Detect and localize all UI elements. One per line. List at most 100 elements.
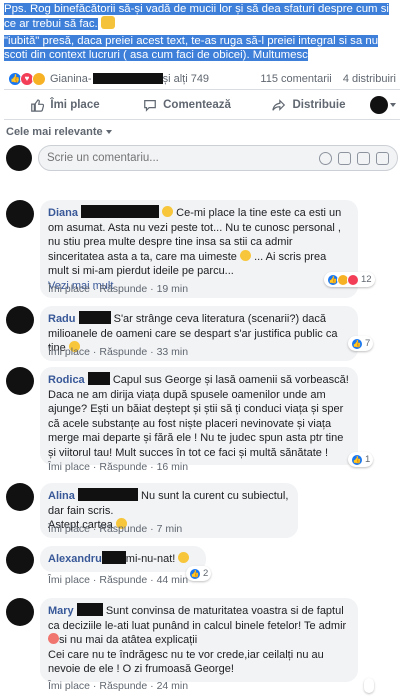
comment-time[interactable]: 44 min <box>157 574 189 586</box>
like-link[interactable]: Îmi place <box>48 461 90 473</box>
comment-author[interactable]: Alina <box>48 490 75 502</box>
comment-meta: Îmi place · Răspunde · 24 min <box>48 680 189 692</box>
shares-count[interactable]: 4 distribuiri <box>343 73 396 85</box>
comment-author[interactable]: Rodica <box>48 374 85 386</box>
comment-input-box[interactable] <box>38 145 398 171</box>
avatar[interactable] <box>6 598 34 626</box>
comment-label: Comentează <box>163 98 231 111</box>
redacted-name <box>78 311 111 324</box>
comment-input[interactable] <box>47 152 319 164</box>
comment-time[interactable]: 16 min <box>157 461 189 473</box>
comment-sort-label: Cele mai relevante <box>6 126 103 138</box>
comment-meta: Îmi place · Răspunde · 16 min <box>48 461 189 473</box>
like-reaction-icon: 👍 <box>189 567 201 580</box>
comment-author[interactable]: Radu <box>48 313 76 325</box>
avatar <box>370 95 388 114</box>
comment-reactions[interactable] <box>364 678 374 693</box>
comment-time[interactable]: 33 min <box>157 346 189 358</box>
redacted-name <box>76 603 103 616</box>
smile-emoji <box>240 249 251 261</box>
comment-text-c: Cei care nu te îndrăgesc nu te vor crede… <box>48 648 324 676</box>
post-actions: Îmi place Comentează Distribuie <box>4 90 400 120</box>
post-line-1: Pps. Rog binefăcătorii să-și vadă de muc… <box>4 3 389 30</box>
thumbs-up-icon <box>31 98 45 112</box>
reply-link[interactable]: Răspunde <box>99 283 147 295</box>
kiss-emoji <box>48 633 59 644</box>
reactions-summary[interactable]: 👍 ♥ Gianina-și alți 749 115 comentarii 4… <box>4 68 400 90</box>
redacted-name <box>87 372 110 385</box>
reply-link[interactable]: Răspunde <box>99 574 147 586</box>
comment-reactions[interactable]: 👍 12 <box>324 272 375 287</box>
like-reaction-icon: 👍 <box>351 453 363 466</box>
comment-text: Capul sus George și lasă oamenii să vorb… <box>48 374 349 459</box>
comment: Alina Nu sunt la curent cu subiectul, da… <box>6 483 398 539</box>
camera-icon[interactable] <box>338 151 351 165</box>
sticker-icon[interactable] <box>376 151 389 165</box>
comment-button[interactable]: Comentează <box>126 98 248 112</box>
reply-link[interactable]: Răspunde <box>99 523 147 535</box>
like-link[interactable]: Îmi place <box>48 283 90 295</box>
avatar[interactable] <box>6 306 34 334</box>
like-link[interactable]: Îmi place <box>48 574 90 586</box>
avatar[interactable] <box>6 546 34 574</box>
comment-meta: Îmi place · Răspunde · 44 min <box>48 574 189 586</box>
post-line-2: "iubită" presă, daca preiei acest text, … <box>4 35 379 61</box>
redacted-name <box>101 551 126 564</box>
emoji-icon[interactable] <box>319 151 332 165</box>
comment: Diana Ce-mi place la tine este ca esti u… <box>6 200 398 300</box>
avatar <box>6 145 32 171</box>
angry-reaction-icon <box>347 273 359 286</box>
comment-text-b: si nu mai da atâtea explicații <box>59 634 198 646</box>
comment-time[interactable]: 19 min <box>157 283 189 295</box>
comment-time[interactable]: 24 min <box>157 680 189 692</box>
redacted-name <box>92 73 163 85</box>
post-as-selector[interactable] <box>370 95 396 115</box>
avatar[interactable] <box>6 483 34 511</box>
comment-bubble: Alexandru mi-nu-nat! <box>40 546 206 572</box>
reply-link[interactable]: Răspunde <box>99 346 147 358</box>
comment-meta: Îmi place · Răspunde · 33 min <box>48 346 189 358</box>
gif-icon[interactable] <box>357 151 370 165</box>
comment-author[interactable]: Diana <box>48 207 78 219</box>
blush-emoji <box>178 552 190 563</box>
comment-bubble-icon <box>144 99 156 112</box>
comment: Alexandru mi-nu-nat! 👍 2 Îmi place · Răsp… <box>6 546 398 586</box>
reply-link[interactable]: Răspunde <box>99 461 147 473</box>
share-label: Distribuie <box>292 98 346 111</box>
avatar[interactable] <box>6 367 34 395</box>
comment-sort-dropdown[interactable]: Cele mai relevante <box>0 120 404 142</box>
comment-reactions[interactable]: 👍 2 <box>186 566 212 581</box>
comment-text: mi-nu-nat! <box>125 553 176 565</box>
comments-count[interactable]: 115 comentarii <box>260 73 331 85</box>
share-arrow-icon <box>272 98 286 111</box>
like-label: Îmi place <box>50 98 100 111</box>
composer-icons <box>319 151 389 165</box>
chevron-down-icon <box>390 102 396 107</box>
comment-reactions[interactable]: 👍 7 <box>348 336 374 351</box>
post-text: Pps. Rog binefăcătorii să-și vadă de muc… <box>0 0 404 68</box>
praying-hands-emoji <box>100 16 115 29</box>
like-link[interactable]: Îmi place <box>48 680 90 692</box>
comment: Mary Sunt convinsa de maturitatea voastr… <box>6 598 398 696</box>
comment-bubble: Rodica Capul sus George și lasă oamenii … <box>40 367 358 465</box>
sad-reaction-icon <box>32 71 46 86</box>
comment: Rodica Capul sus George și lasă oamenii … <box>6 367 398 477</box>
smile-emoji <box>162 206 174 217</box>
post-counts: 115 comentarii 4 distribuiri <box>252 73 396 85</box>
reply-link[interactable]: Răspunde <box>99 680 147 692</box>
like-link[interactable]: Îmi place <box>48 346 90 358</box>
like-link[interactable]: Îmi place <box>48 523 90 535</box>
share-button[interactable]: Distribuie <box>248 98 370 112</box>
redacted-name <box>77 488 138 501</box>
like-button[interactable]: Îmi place <box>4 98 126 112</box>
reaction-names[interactable]: Gianina-și alți 749 <box>50 73 209 85</box>
avatar[interactable] <box>6 200 34 228</box>
comment-author[interactable]: Alexandru <box>48 553 102 565</box>
comment-composer <box>0 142 404 174</box>
comment-reactions[interactable]: 👍 1 <box>348 452 374 467</box>
redacted-name <box>81 205 160 218</box>
comment-author[interactable]: Mary <box>48 605 74 617</box>
comment-time[interactable]: 7 min <box>157 523 183 535</box>
comment-meta: Îmi place · Răspunde · 19 min <box>48 283 189 295</box>
chevron-down-icon <box>105 130 112 134</box>
